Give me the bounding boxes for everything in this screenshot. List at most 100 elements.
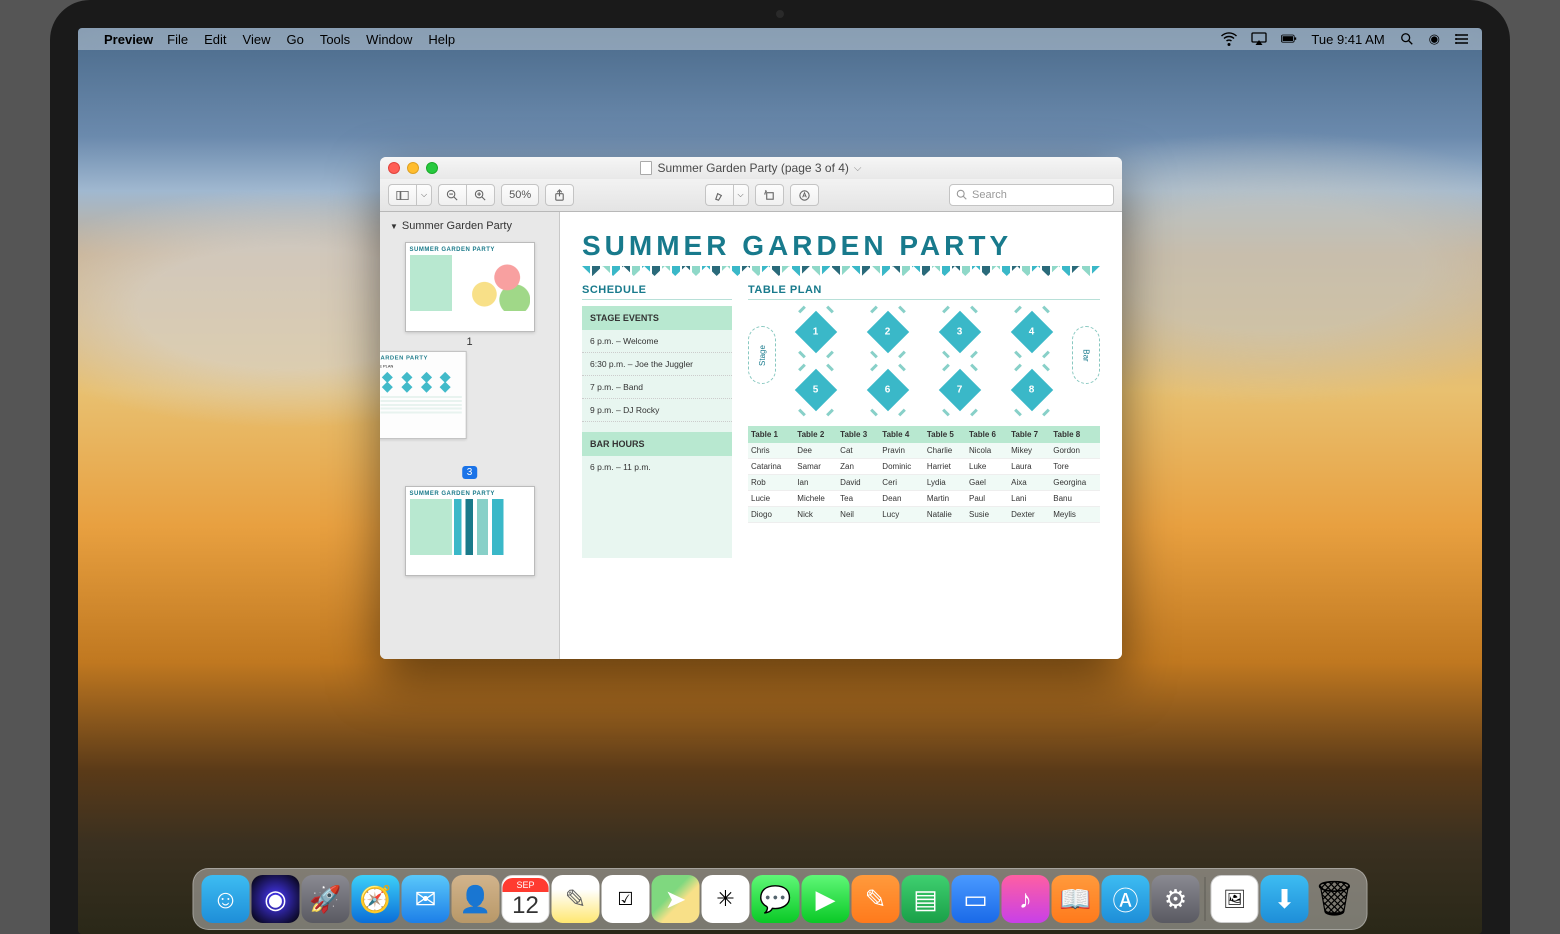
menubar: Preview File Edit View Go Tools Window H…	[78, 28, 1482, 50]
menu-window[interactable]: Window	[366, 32, 412, 47]
airplay-icon[interactable]	[1251, 32, 1267, 46]
dock-photos[interactable]: ✳	[702, 875, 750, 923]
table-layout: Stage Bar 12345678	[748, 306, 1100, 416]
thumbnail-sidebar[interactable]: Summer Garden Party SUMMER GARDEN PARTY …	[380, 212, 560, 659]
menu-tools[interactable]: Tools	[320, 32, 350, 47]
document-title: SUMMER GARDEN PARTY	[582, 230, 1100, 262]
zoom-level[interactable]: 50%	[501, 184, 539, 206]
view-mode-button[interactable]	[388, 184, 416, 206]
search-icon	[956, 189, 968, 201]
desktop: Preview File Edit View Go Tools Window H…	[78, 28, 1482, 934]
sidebar-doc-title[interactable]: Summer Garden Party	[380, 216, 559, 236]
thumbnail-1[interactable]: SUMMER GARDEN PARTY 1	[380, 236, 559, 350]
dock-facetime[interactable]: ▶	[802, 875, 850, 923]
dock-siri[interactable]: ◉	[252, 875, 300, 923]
highlight-button[interactable]	[705, 184, 733, 206]
table-row: CatarinaSamarZanDominicHarrietLukeLauraT…	[748, 459, 1100, 475]
table-row: ChrisDeeCatPravinCharlieNicolaMikeyGordo…	[748, 443, 1100, 459]
dock-keynote[interactable]: ▭	[952, 875, 1000, 923]
dock-contacts[interactable]: 👤	[452, 875, 500, 923]
chevron-down-icon: ⌵	[854, 163, 862, 174]
dock-messages[interactable]: 💬	[752, 875, 800, 923]
zoom-in-button[interactable]	[466, 184, 495, 206]
bar-marker: Bar	[1072, 326, 1100, 384]
toolbar: ⌵ 50% ⌵ Search	[380, 179, 1122, 212]
dock-notes[interactable]: ✎	[552, 875, 600, 923]
dock-launchpad[interactable]: 🚀	[302, 875, 350, 923]
dining-table: 1	[786, 306, 846, 358]
event-row: 7 p.m. – Band	[582, 376, 732, 399]
markup-button[interactable]	[790, 184, 819, 206]
window-title-text: Summer Garden Party (page 3 of 4)	[657, 161, 848, 175]
guest-table: Table 1Table 2Table 3Table 4Table 5Table…	[748, 426, 1100, 523]
dining-table: 8	[1002, 364, 1062, 416]
rotate-button[interactable]	[755, 184, 784, 206]
dining-table: 7	[930, 364, 990, 416]
siri-icon[interactable]: ◉	[1429, 31, 1440, 47]
menu-go[interactable]: Go	[286, 32, 303, 47]
dock-ibooks[interactable]: 📖	[1052, 875, 1100, 923]
zoom-out-button[interactable]	[438, 184, 466, 206]
share-button[interactable]	[545, 184, 574, 206]
menu-file[interactable]: File	[167, 32, 188, 47]
dock-pages[interactable]: ✎	[852, 875, 900, 923]
bar-hours-value: 6 p.m. – 11 p.m.	[582, 456, 732, 478]
dock-numbers[interactable]: ▤	[902, 875, 950, 923]
spotlight-icon[interactable]	[1399, 32, 1415, 46]
menu-edit[interactable]: Edit	[204, 32, 226, 47]
preview-window: Summer Garden Party (page 3 of 4) ⌵ ⌵ 50…	[380, 157, 1122, 659]
table-header: Table 3	[837, 426, 879, 443]
stage-marker: Stage	[748, 326, 776, 384]
dock-appstore[interactable]: Ⓐ	[1102, 875, 1150, 923]
thumbnail-dragging[interactable]: SUMMER GARDEN PARTYSCHEDULE TABLE PLAN	[380, 351, 467, 439]
table-header: Table 5	[924, 426, 966, 443]
table-header: Table 1	[748, 426, 794, 443]
menu-help[interactable]: Help	[428, 32, 455, 47]
dock-reminders[interactable]: ☑	[602, 875, 650, 923]
dock-trash[interactable]: 🗑	[1311, 875, 1359, 923]
dining-table: 5	[786, 364, 846, 416]
event-row: 9 p.m. – DJ Rocky	[582, 399, 732, 422]
dock-calendar[interactable]: SEP12	[502, 875, 550, 923]
table-header: Table 7	[1008, 426, 1050, 443]
table-header: Table 8	[1050, 426, 1100, 443]
schedule-heading: SCHEDULE	[582, 284, 732, 300]
event-row: 6:30 p.m. – Joe the Juggler	[582, 353, 732, 376]
stage-events-heading: STAGE EVENTS	[582, 306, 732, 330]
dock-preview[interactable]: 🖼	[1211, 875, 1259, 923]
table-row: DiogoNickNeilLucyNatalieSusieDexterMeyli…	[748, 507, 1100, 523]
search-field[interactable]: Search	[949, 184, 1114, 206]
titlebar[interactable]: Summer Garden Party (page 3 of 4) ⌵	[380, 157, 1122, 179]
dock-separator	[1205, 877, 1206, 921]
dock-downloads[interactable]: ⬇	[1261, 875, 1309, 923]
battery-icon[interactable]	[1281, 32, 1297, 46]
thumbnail-drag-area[interactable]: SUMMER GARDEN PARTYSCHEDULE TABLE PLAN ↖…	[380, 350, 559, 480]
highlight-dropdown[interactable]: ⌵	[733, 184, 749, 206]
camera-dot	[776, 10, 784, 18]
window-title[interactable]: Summer Garden Party (page 3 of 4) ⌵	[380, 161, 1122, 175]
search-placeholder: Search	[972, 189, 1007, 201]
dock-finder[interactable]: ☺	[202, 875, 250, 923]
view-mode-dropdown[interactable]: ⌵	[416, 184, 432, 206]
dining-table: 2	[858, 306, 918, 358]
notification-center-icon[interactable]	[1454, 32, 1470, 46]
wifi-icon[interactable]	[1221, 32, 1237, 46]
table-row: LucieMicheleTeaDeanMartinPaulLaniBanu	[748, 491, 1100, 507]
clock[interactable]: Tue 9:41 AM	[1311, 32, 1384, 47]
bar-hours-heading: BAR HOURS	[582, 432, 732, 456]
page-view[interactable]: SUMMER GARDEN PARTY SCHEDULE STAGE EVENT…	[560, 212, 1122, 659]
thumbnail-4[interactable]: SUMMER GARDEN PARTY	[380, 480, 559, 578]
dock-mail[interactable]: ✉	[402, 875, 450, 923]
document-icon	[640, 161, 652, 175]
table-header: Table 6	[966, 426, 1008, 443]
menu-view[interactable]: View	[243, 32, 271, 47]
dock-itunes[interactable]: ♪	[1002, 875, 1050, 923]
app-menu[interactable]: Preview	[104, 32, 153, 47]
dock-system-preferences[interactable]: ⚙	[1152, 875, 1200, 923]
tableplan-heading: TABLE PLAN	[748, 284, 1100, 300]
dock-maps[interactable]: ➤	[652, 875, 700, 923]
table-header: Table 2	[794, 426, 837, 443]
dining-table: 4	[1002, 306, 1062, 358]
table-header: Table 4	[879, 426, 924, 443]
dock-safari[interactable]: 🧭	[352, 875, 400, 923]
